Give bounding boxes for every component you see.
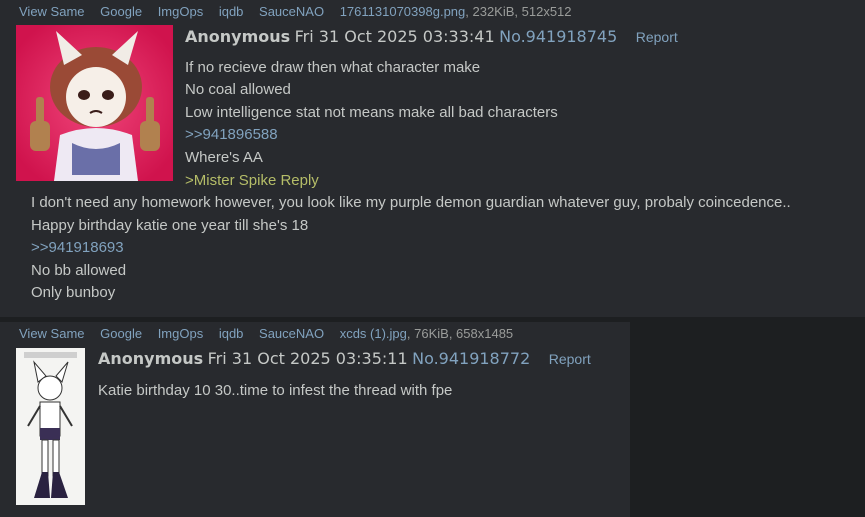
post-941918772: View Same Google ImgOps iqdb SauceNAO xc… bbox=[0, 322, 630, 517]
post-number-link[interactable]: No.941918772 bbox=[412, 349, 530, 368]
post-line: Katie birthday 10 30..time to infest the… bbox=[98, 382, 453, 399]
post-thumbnail[interactable] bbox=[16, 25, 173, 181]
file-name-link[interactable]: 1761131070398g.png bbox=[340, 4, 466, 19]
post-thumbnail[interactable] bbox=[16, 348, 85, 505]
file-info-bar: View Same Google ImgOps iqdb SauceNAO 17… bbox=[19, 4, 572, 19]
file-meta: , 232KiB, 512x512 bbox=[465, 4, 572, 19]
report-link[interactable]: Report bbox=[636, 29, 678, 45]
view-same-link[interactable]: View Same bbox=[19, 326, 85, 341]
file-info-bar: View Same Google ImgOps iqdb SauceNAO xc… bbox=[19, 326, 513, 341]
google-link[interactable]: Google bbox=[100, 4, 142, 19]
file-meta: , 76KiB, 658x1485 bbox=[406, 326, 514, 341]
post-941918745: View Same Google ImgOps iqdb SauceNAO 17… bbox=[0, 0, 865, 317]
iqdb-link[interactable]: iqdb bbox=[219, 326, 244, 341]
iqdb-link[interactable]: iqdb bbox=[219, 4, 244, 19]
post-line: If no recieve draw then what character m… bbox=[185, 59, 481, 76]
report-link[interactable]: Report bbox=[549, 351, 591, 367]
imgops-link[interactable]: ImgOps bbox=[158, 4, 204, 19]
poster-name: Anonymous bbox=[98, 349, 204, 368]
poster-name: Anonymous bbox=[185, 27, 291, 46]
fox-girl-image bbox=[16, 25, 173, 181]
character-sheet-image bbox=[16, 348, 85, 505]
post-header: Anonymous Fri 31 Oct 2025 03:33:41 No.94… bbox=[185, 27, 678, 47]
post-line: Only bunboy bbox=[31, 284, 116, 301]
post-line: Low intelligence stat not means make all… bbox=[185, 104, 558, 121]
post-date: Fri 31 Oct 2025 03:33:41 bbox=[294, 27, 495, 46]
post-line: Where's AA bbox=[185, 149, 263, 166]
post-line: No bb allowed bbox=[31, 262, 127, 279]
view-same-link[interactable]: View Same bbox=[19, 4, 85, 19]
saucenao-link[interactable]: SauceNAO bbox=[259, 326, 324, 341]
imgops-link[interactable]: ImgOps bbox=[158, 326, 204, 341]
saucenao-link[interactable]: SauceNAO bbox=[259, 4, 324, 19]
post-line: I don't need any homework however, you l… bbox=[31, 194, 791, 211]
post-header: Anonymous Fri 31 Oct 2025 03:35:11 No.94… bbox=[98, 349, 591, 369]
quote-link[interactable]: >>941918693 bbox=[31, 239, 124, 256]
quote-link[interactable]: >>941896588 bbox=[185, 126, 278, 143]
post-line: No coal allowed bbox=[185, 81, 291, 98]
file-name-link[interactable]: xcds (1).jpg bbox=[340, 326, 407, 341]
post-date: Fri 31 Oct 2025 03:35:11 bbox=[207, 349, 408, 368]
greentext-line: >Mister Spike Reply bbox=[185, 172, 319, 189]
google-link[interactable]: Google bbox=[100, 326, 142, 341]
post-line: Happy birthday katie one year till she's… bbox=[31, 217, 309, 234]
post-number-link[interactable]: No.941918745 bbox=[499, 27, 617, 46]
